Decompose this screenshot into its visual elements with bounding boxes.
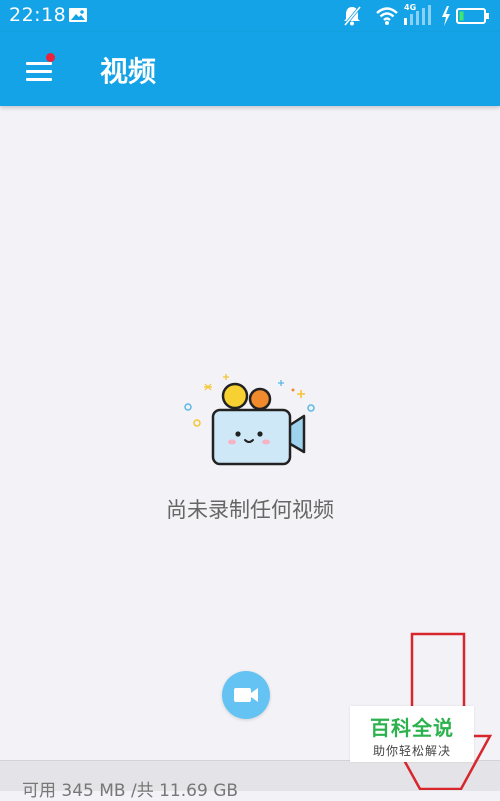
watermark-title: 百科全说 <box>370 716 454 740</box>
wifi-icon <box>376 7 398 25</box>
bell-muted-icon <box>343 6 362 26</box>
charging-icon <box>442 6 450 26</box>
battery-icon <box>456 8 489 24</box>
empty-state-message: 尚未录制任何视频 <box>166 498 334 522</box>
status-bar: 22:18 4G <box>0 0 500 32</box>
status-time: 22:18 <box>9 4 67 26</box>
record-video-button[interactable] <box>222 671 270 719</box>
storage-info-text: 可用 345 MB /共 11.69 GB <box>22 781 239 801</box>
menu-button[interactable] <box>20 52 60 86</box>
image-icon <box>69 8 87 22</box>
signal-icon <box>404 5 431 25</box>
video-camera-illustration <box>184 374 315 466</box>
video-camera-icon <box>234 688 258 702</box>
notification-dot <box>46 53 55 62</box>
watermark-subtitle: 助你轻松解决 <box>372 744 451 758</box>
page-title: 视频 <box>100 55 157 88</box>
watermark-logo: 百科全说 助你轻松解决 <box>350 706 474 762</box>
app-bar: 视频 <box>0 32 500 106</box>
